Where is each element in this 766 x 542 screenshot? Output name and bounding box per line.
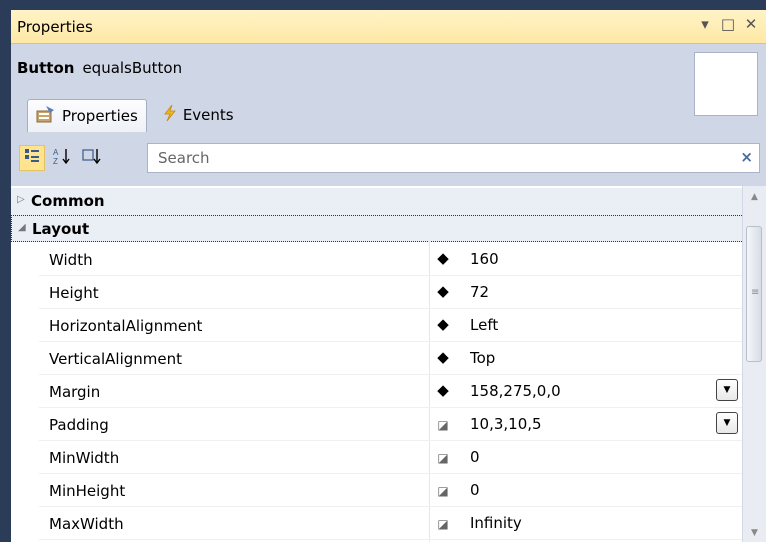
tab-strip: Properties Events	[27, 99, 242, 132]
window-title: Properties	[17, 18, 93, 36]
property-marker-icon[interactable]: ◆	[434, 348, 452, 366]
scroll-up-icon[interactable]: ▲	[743, 192, 766, 202]
property-marker-icon[interactable]: ◆	[434, 381, 452, 399]
property-name: Width	[49, 251, 93, 269]
property-name: VerticalAlignment	[49, 350, 183, 368]
title-bar[interactable]: Properties ▾ □ ✕	[11, 10, 766, 44]
search-box[interactable]: Search ×	[147, 143, 760, 173]
scrollbar-thumb[interactable]: ≡	[746, 226, 762, 362]
object-header: Button equalsButton Properties Events	[11, 44, 766, 139]
property-name: Padding	[49, 416, 109, 434]
property-name: Height	[49, 284, 99, 302]
property-value[interactable]: 0	[470, 481, 480, 499]
property-grid: ▷ Common ◢ Layout Width ◆ 160 Height ◆ 7…	[11, 186, 744, 542]
property-value[interactable]: 160	[470, 250, 499, 268]
property-value[interactable]: Infinity	[470, 514, 522, 532]
property-name: MaxWidth	[49, 515, 124, 533]
search-input[interactable]: Search	[158, 149, 210, 167]
property-marker-icon[interactable]: ◆	[434, 282, 452, 300]
property-value[interactable]: 10,3,10,5	[470, 415, 542, 433]
object-type: Button	[17, 59, 75, 77]
property-row[interactable]: Width ◆ 160	[39, 243, 744, 276]
svg-text:A: A	[53, 148, 59, 157]
collapse-arrow-icon[interactable]: ◢	[18, 222, 26, 233]
properties-icon	[36, 105, 56, 127]
expand-dropdown-icon[interactable]: ▼	[716, 379, 738, 401]
property-value[interactable]: 72	[470, 283, 489, 301]
selected-object: Button equalsButton	[17, 59, 182, 77]
property-value[interactable]: 158,275,0,0	[470, 382, 561, 400]
expand-dropdown-icon[interactable]: ▼	[716, 412, 738, 434]
category-label: Common	[31, 192, 105, 210]
object-name[interactable]: equalsButton	[82, 59, 182, 77]
property-marker-icon[interactable]: ◆	[434, 249, 452, 267]
property-marker-icon[interactable]: ◪	[434, 451, 452, 465]
property-row[interactable]: MinWidth ◪ 0	[39, 441, 744, 474]
alphabetical-button[interactable]: AZ	[49, 145, 75, 171]
property-name: MinHeight	[49, 482, 126, 500]
categorized-icon	[24, 148, 40, 168]
svg-text:Z: Z	[53, 157, 58, 165]
property-value[interactable]: Left	[470, 316, 498, 334]
category-layout[interactable]: ◢ Layout	[11, 215, 744, 242]
property-marker-icon[interactable]: ◪	[434, 418, 452, 432]
property-row[interactable]: MaxWidth ◪ Infinity	[39, 507, 744, 540]
tab-events-label: Events	[182, 106, 234, 124]
property-row[interactable]: Height ◆ 72	[39, 276, 744, 309]
window-menu-icon[interactable]: ▾	[696, 15, 714, 33]
tab-properties-label: Properties	[62, 107, 138, 125]
property-marker-icon[interactable]: ◆	[434, 315, 452, 333]
sort-by-source-button[interactable]	[79, 145, 105, 171]
expand-arrow-icon[interactable]: ▷	[17, 194, 25, 205]
tab-properties[interactable]: Properties	[27, 99, 147, 132]
tab-events[interactable]: Events	[155, 99, 242, 131]
property-row[interactable]: Margin ◆ 158,275,0,0 ▼	[39, 375, 744, 408]
category-label: Layout	[32, 220, 90, 238]
object-preview	[694, 52, 758, 116]
scroll-down-icon[interactable]: ▼	[743, 528, 766, 538]
clear-search-icon[interactable]: ×	[740, 148, 753, 166]
close-icon[interactable]: ✕	[742, 15, 760, 33]
property-row[interactable]: MinHeight ◪ 0	[39, 474, 744, 507]
property-row[interactable]: HorizontalAlignment ◆ Left	[39, 309, 744, 342]
toolbar: AZ Search ×	[11, 139, 766, 180]
property-row[interactable]: VerticalAlignment ◆ Top	[39, 342, 744, 375]
categorized-button[interactable]	[19, 145, 45, 171]
property-value[interactable]: Top	[470, 349, 495, 367]
window-controls: ▾ □ ✕	[696, 15, 760, 33]
lightning-icon	[163, 104, 177, 126]
maximize-icon[interactable]: □	[719, 15, 737, 33]
properties-window: Properties ▾ □ ✕ Button equalsButton Prop…	[9, 10, 766, 542]
grip-icon: ≡	[751, 287, 760, 298]
property-marker-icon[interactable]: ◪	[434, 517, 452, 531]
property-marker-icon[interactable]: ◪	[434, 484, 452, 498]
property-name: MinWidth	[49, 449, 120, 467]
vertical-scrollbar[interactable]: ▲ ≡ ▼	[742, 186, 766, 542]
sort-az-icon: AZ	[52, 147, 72, 169]
property-name: HorizontalAlignment	[49, 317, 203, 335]
category-common[interactable]: ▷ Common	[11, 188, 744, 215]
sort-by-source-icon	[82, 147, 102, 169]
property-row[interactable]: Padding ◪ 10,3,10,5 ▼	[39, 408, 744, 441]
property-value[interactable]: 0	[470, 448, 480, 466]
property-name: Margin	[49, 383, 101, 401]
